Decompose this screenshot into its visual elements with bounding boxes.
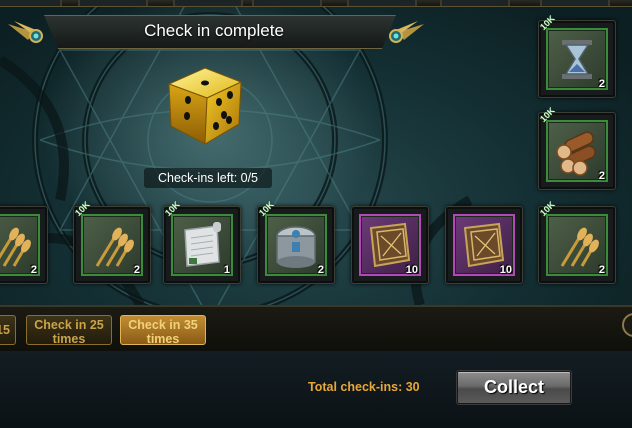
reward-slot[interactable]: 10K 2 (257, 199, 335, 284)
scroll-icon (184, 222, 221, 267)
reward-count: 1 (223, 264, 230, 276)
reward-count: 10 (499, 264, 512, 276)
reward-slot[interactable]: 10K 2 (538, 105, 616, 190)
left-wing-ornament-icon (8, 21, 43, 43)
silver-chest-icon (276, 226, 316, 268)
checkins-left-label: Check-ins left: 0/5 (144, 168, 272, 188)
milestone-tab-bar: 15 Check in 25 times Check in 35 times (0, 305, 632, 353)
reward-count: 2 (598, 78, 605, 90)
dialog-title: Check in complete (144, 21, 284, 40)
tab-check-in-35[interactable]: Check in 35 times (120, 315, 206, 345)
checkin-board: Check in complete Check-ins left: 0/5 2 … (0, 0, 632, 305)
reward-count: 2 (30, 264, 37, 276)
reward-count: 2 (317, 264, 324, 276)
reward-slot[interactable]: 10 (351, 206, 429, 284)
tab-check-in-25[interactable]: Check in 25 times (26, 315, 112, 345)
hourglass-icon (562, 40, 592, 79)
reward-count: 2 (598, 170, 605, 182)
reward-slot[interactable]: 2 (0, 206, 48, 284)
reward-count: 10 (405, 264, 418, 276)
top-frame-strip (0, 0, 632, 7)
reward-slot[interactable]: 10K 2 (73, 199, 151, 284)
reward-slot[interactable]: 10K 1 (163, 199, 241, 284)
wheat-icon (95, 227, 134, 267)
wheat-icon (560, 227, 599, 267)
reward-slot[interactable]: 10K 2 (538, 13, 616, 98)
total-checkins-label: Total check-ins: 30 (308, 380, 420, 394)
reward-slot[interactable]: 10K 2 (538, 199, 616, 284)
reward-count: 2 (598, 264, 605, 276)
right-wing-ornament-icon (389, 21, 424, 43)
dice-icon[interactable] (163, 64, 247, 148)
tab-check-in-15[interactable]: 15 (0, 315, 16, 345)
logs-icon (556, 131, 596, 176)
collect-button[interactable]: Collect (457, 371, 571, 404)
reward-count: 2 (133, 264, 140, 276)
reward-slot[interactable]: 10 (445, 206, 523, 284)
